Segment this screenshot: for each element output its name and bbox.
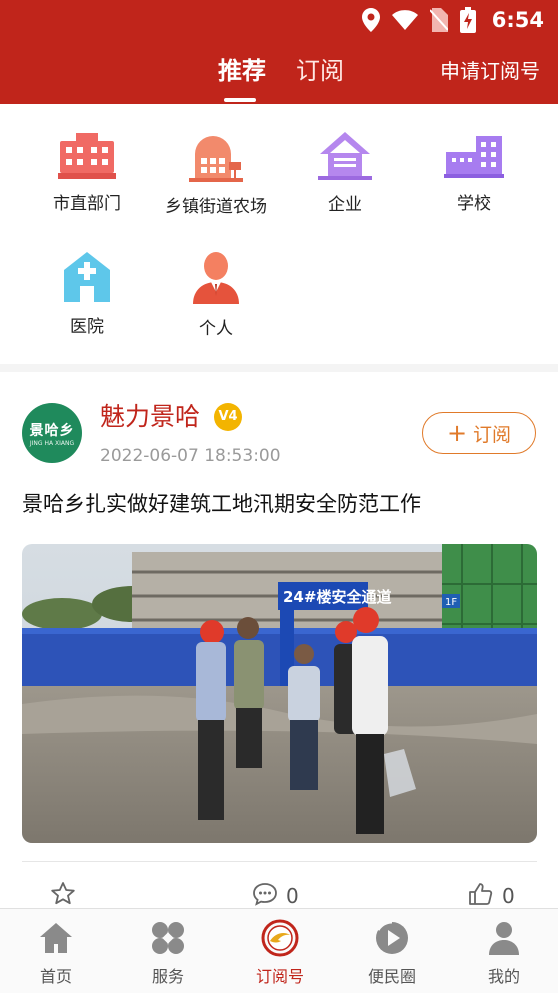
category-label: 学校 bbox=[457, 194, 491, 214]
photo-sign-text: 24#楼安全通道 bbox=[283, 588, 391, 606]
category-personal[interactable]: 个人 bbox=[151, 224, 281, 339]
nav-home[interactable]: 首页 bbox=[0, 909, 112, 993]
profile-icon bbox=[488, 919, 520, 957]
government-building-icon bbox=[55, 132, 119, 179]
nav-label: 我的 bbox=[487, 967, 520, 986]
post-divider bbox=[22, 861, 537, 862]
enterprise-icon bbox=[313, 132, 377, 180]
category-hospital[interactable]: 医院 bbox=[22, 224, 152, 337]
category-government[interactable]: 市直部门 bbox=[22, 104, 152, 214]
subscribe-button[interactable]: + 订阅 bbox=[422, 412, 536, 454]
bottom-navigation: 首页 服务 订阅号 便民圈 我的 bbox=[0, 908, 558, 993]
no-sim-icon bbox=[429, 8, 448, 32]
town-hall-icon bbox=[184, 132, 248, 182]
comment-count: 0 bbox=[286, 884, 299, 908]
subscription-icon bbox=[261, 919, 299, 957]
apply-subscription-link[interactable]: 申请订阅号 bbox=[440, 56, 540, 86]
person-icon bbox=[184, 252, 248, 304]
star-icon bbox=[50, 881, 76, 912]
hospital-icon bbox=[55, 252, 119, 302]
avatar-logo-text: 景哈乡 bbox=[29, 423, 75, 439]
photo-floor-label: 1F bbox=[445, 597, 457, 608]
category-label: 个人 bbox=[199, 319, 233, 339]
nav-label: 便民圈 bbox=[367, 967, 416, 986]
nav-label: 服务 bbox=[151, 967, 184, 986]
nav-services[interactable]: 服务 bbox=[112, 909, 224, 993]
nav-label: 首页 bbox=[39, 967, 72, 986]
community-play-icon bbox=[374, 919, 410, 957]
level-badge: V4 bbox=[214, 403, 242, 431]
avatar-logo-subtext: JING HA XIANG bbox=[29, 440, 75, 447]
post-photo[interactable]: 1F 24#楼安全通道 bbox=[22, 544, 537, 843]
thumbs-up-icon bbox=[468, 882, 494, 911]
battery-charging-icon bbox=[459, 7, 476, 33]
comment-icon bbox=[252, 882, 278, 911]
plus-icon: + bbox=[446, 419, 468, 447]
nav-subscription[interactable]: 订阅号 bbox=[224, 909, 336, 993]
school-icon bbox=[442, 132, 506, 179]
subscribe-label: 订阅 bbox=[473, 423, 512, 446]
section-divider bbox=[0, 364, 558, 372]
home-icon bbox=[39, 919, 73, 957]
wifi-icon bbox=[391, 10, 418, 30]
clock: 6:54 bbox=[491, 8, 544, 32]
app-header: 6:54 推荐 订阅 申请订阅号 bbox=[0, 0, 558, 104]
category-label: 医院 bbox=[70, 317, 104, 337]
author-avatar[interactable]: 景哈乡 JING HA XIANG bbox=[22, 403, 82, 463]
author-name[interactable]: 魅力景哈 bbox=[100, 400, 200, 434]
services-icon bbox=[151, 919, 185, 957]
nav-community[interactable]: 便民圈 bbox=[336, 909, 448, 993]
category-label: 市直部门 bbox=[53, 194, 121, 214]
category-grid: 市直部门 乡镇街道农场 企业 学校 医院 个人 bbox=[0, 104, 558, 366]
active-tab-indicator bbox=[224, 98, 256, 102]
location-icon bbox=[361, 8, 380, 32]
category-label: 乡镇街道农场 bbox=[165, 197, 267, 217]
post-title[interactable]: 景哈乡扎实做好建筑工地汛期安全防范工作 bbox=[22, 488, 421, 518]
like-count: 0 bbox=[502, 884, 515, 908]
nav-label: 订阅号 bbox=[255, 967, 304, 986]
category-township[interactable]: 乡镇街道农场 bbox=[151, 104, 281, 217]
nav-profile[interactable]: 我的 bbox=[448, 909, 558, 993]
tab-recommend[interactable]: 推荐 bbox=[218, 54, 266, 88]
category-enterprise[interactable]: 企业 bbox=[280, 104, 410, 215]
tab-subscribed[interactable]: 订阅 bbox=[296, 54, 344, 88]
category-label: 企业 bbox=[328, 195, 362, 215]
post-timestamp: 2022-06-07 18:53:00 bbox=[100, 446, 281, 466]
status-bar: 6:54 bbox=[0, 0, 558, 40]
category-school[interactable]: 学校 bbox=[409, 104, 539, 214]
